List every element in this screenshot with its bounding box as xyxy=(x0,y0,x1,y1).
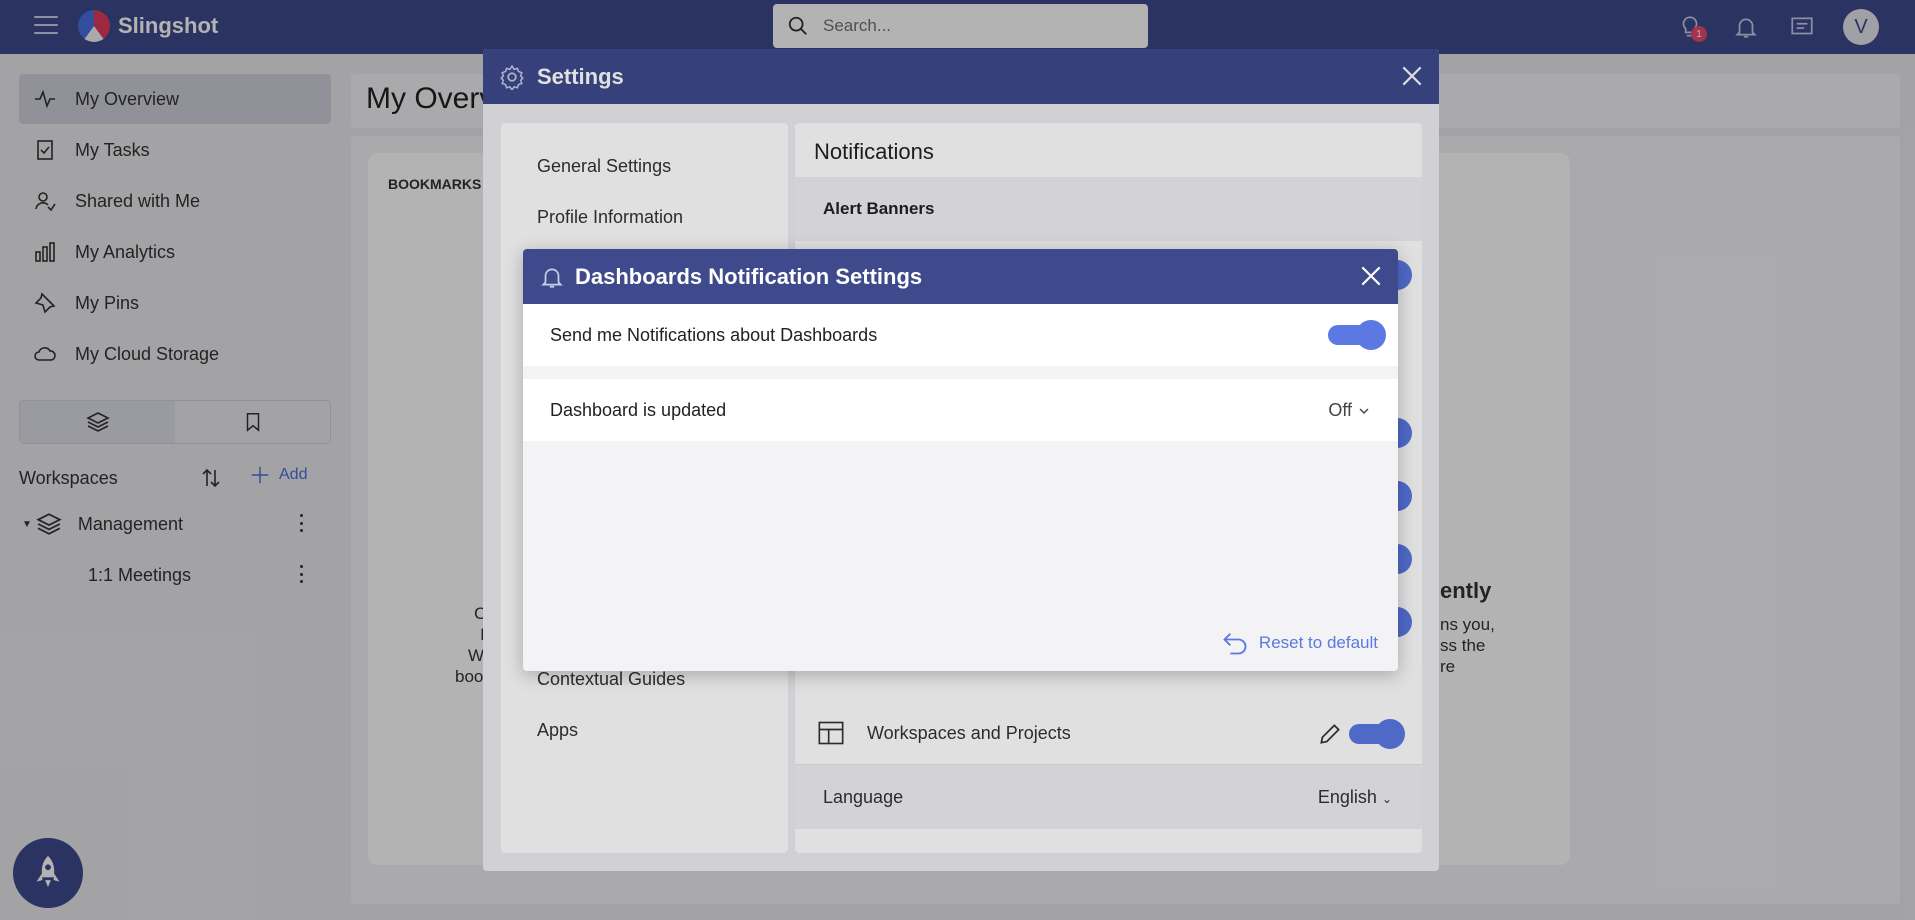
row-label: Dashboard is updated xyxy=(550,400,727,420)
reset-to-default-button[interactable]: Reset to default xyxy=(1221,629,1378,657)
dialog-title: Dashboards Notification Settings xyxy=(575,263,923,289)
dashboard-updated-select[interactable]: Off xyxy=(1328,400,1370,421)
send-notifications-row: Send me Notifications about Dashboards xyxy=(523,304,1398,366)
row-label: Send me Notifications about Dashboards xyxy=(550,325,878,345)
close-icon[interactable] xyxy=(1358,263,1384,289)
select-value: Off xyxy=(1328,400,1352,420)
dashboards-notification-dialog: Dashboards Notification Settings Send me… xyxy=(523,249,1398,671)
dialog-header: Dashboards Notification Settings xyxy=(523,249,1398,304)
send-notifications-toggle[interactable] xyxy=(1328,320,1386,350)
reset-label: Reset to default xyxy=(1258,633,1378,652)
bell-icon xyxy=(541,268,563,288)
undo-icon xyxy=(1223,633,1247,655)
chevron-down-icon xyxy=(1359,408,1369,414)
dashboard-updated-row: Dashboard is updated Off xyxy=(523,379,1398,441)
